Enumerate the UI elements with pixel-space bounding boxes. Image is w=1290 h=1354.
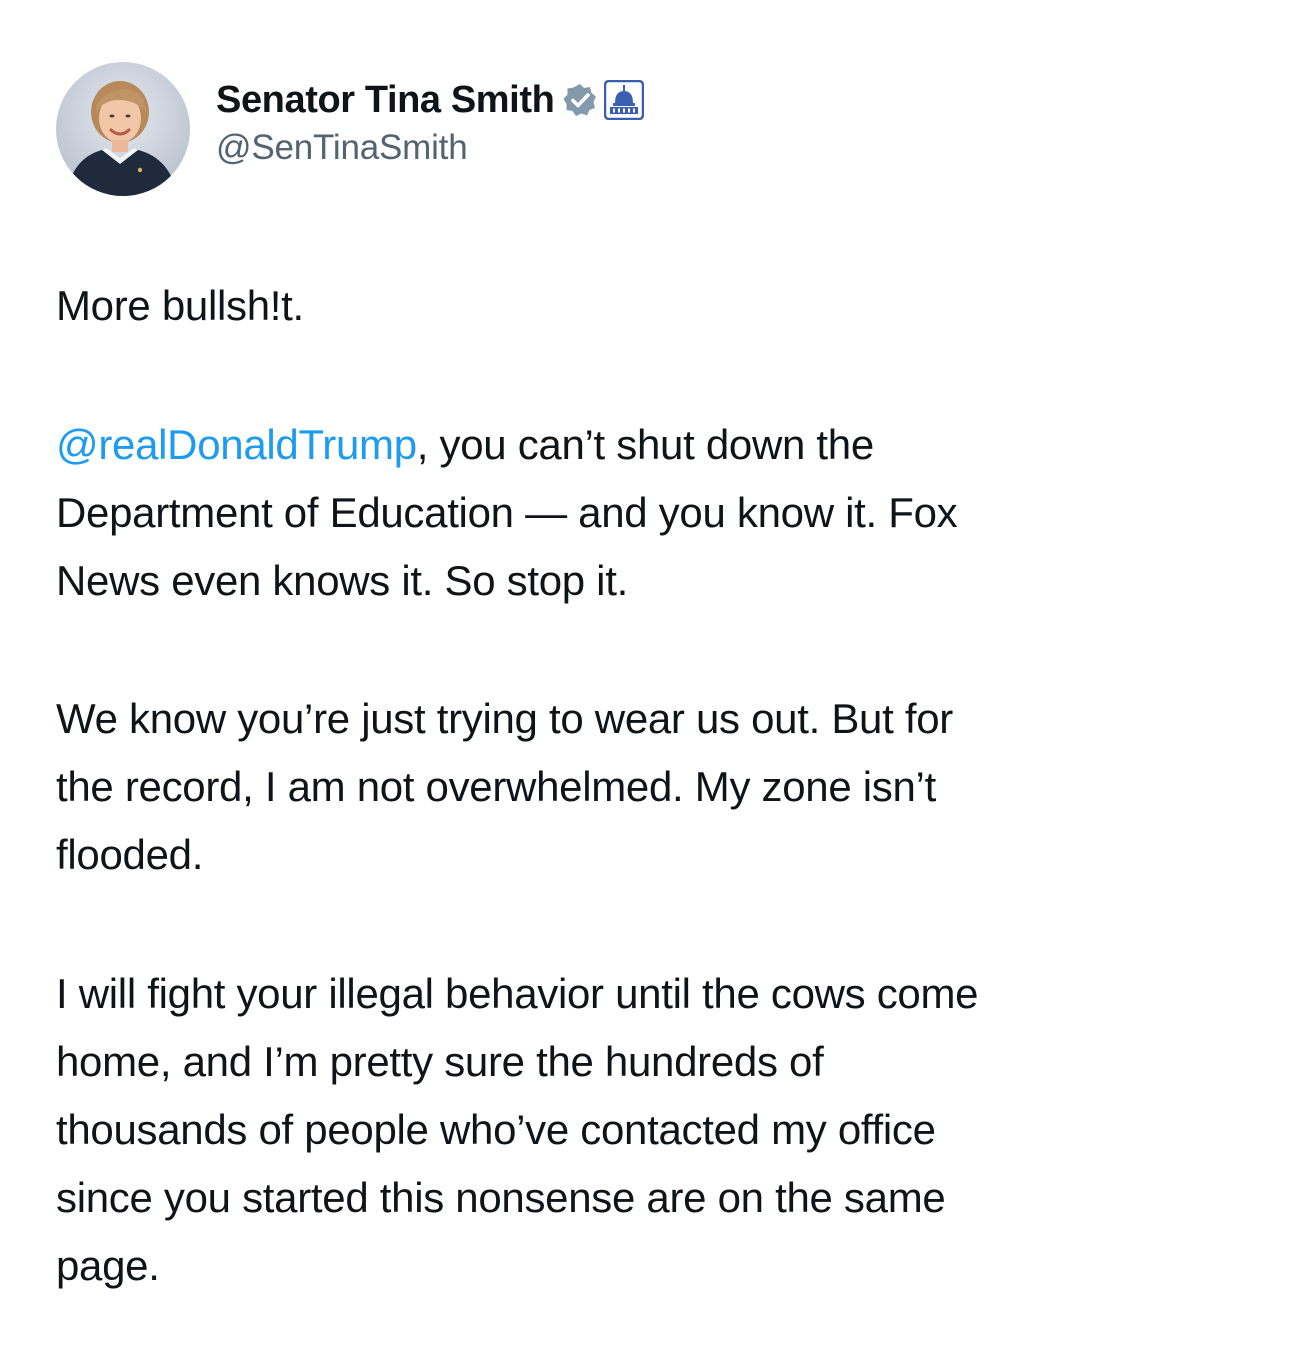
tweet-text-line: We know you’re just trying to wear us ou… <box>56 695 953 742</box>
tweet-text-line: Department of Education — and you know i… <box>56 489 958 536</box>
mention-link[interactable]: @realDonaldTrump <box>56 421 417 468</box>
tweet-paragraph: We know you’re just trying to wear us ou… <box>56 685 1236 889</box>
tweet-text-line: News even knows it. So stop it. <box>56 557 628 604</box>
author-handle[interactable]: @SenTinaSmith <box>216 128 644 168</box>
tweet-card: Senator Tina Smith @SenTinaSmith More bu… <box>0 0 1290 1354</box>
display-name[interactable]: Senator Tina Smith <box>216 79 555 122</box>
name-row: Senator Tina Smith <box>216 76 645 124</box>
avatar-photo <box>56 62 190 196</box>
tweet-text-line: page. <box>56 1242 160 1289</box>
author-identity: Senator Tina Smith @SenTinaSmith <box>216 76 645 168</box>
tweet-text-line: More bullsh!t. <box>56 282 304 329</box>
tweet-text-line: since you started this nonsense are on t… <box>56 1174 946 1221</box>
us-capitol-icon[interactable] <box>604 79 645 121</box>
tweet-text-line: home, and I’m pretty sure the hundreds o… <box>56 1038 824 1085</box>
tweet-paragraph: I will fight your illegal behavior until… <box>56 960 1236 1300</box>
verified-badge-icon[interactable] <box>562 82 598 118</box>
tweet-header: Senator Tina Smith @SenTinaSmith <box>56 62 645 196</box>
avatar[interactable] <box>56 62 190 196</box>
tweet-paragraph: More bullsh!t. <box>56 272 1236 340</box>
tweet-paragraph: @realDonaldTrump, you can’t shut down th… <box>56 411 1236 615</box>
tweet-text: More bullsh!t. @realDonaldTrump, you can… <box>56 272 1236 1300</box>
tweet-text-line: , you can’t shut down the <box>416 421 874 468</box>
tweet-text-line: I will fight your illegal behavior until… <box>56 970 979 1017</box>
tweet-text-line: thousands of people who’ve contacted my … <box>56 1106 936 1153</box>
tweet-text-line: flooded. <box>56 831 204 878</box>
tweet-text-line: the record, I am not overwhelmed. My zon… <box>56 763 936 810</box>
